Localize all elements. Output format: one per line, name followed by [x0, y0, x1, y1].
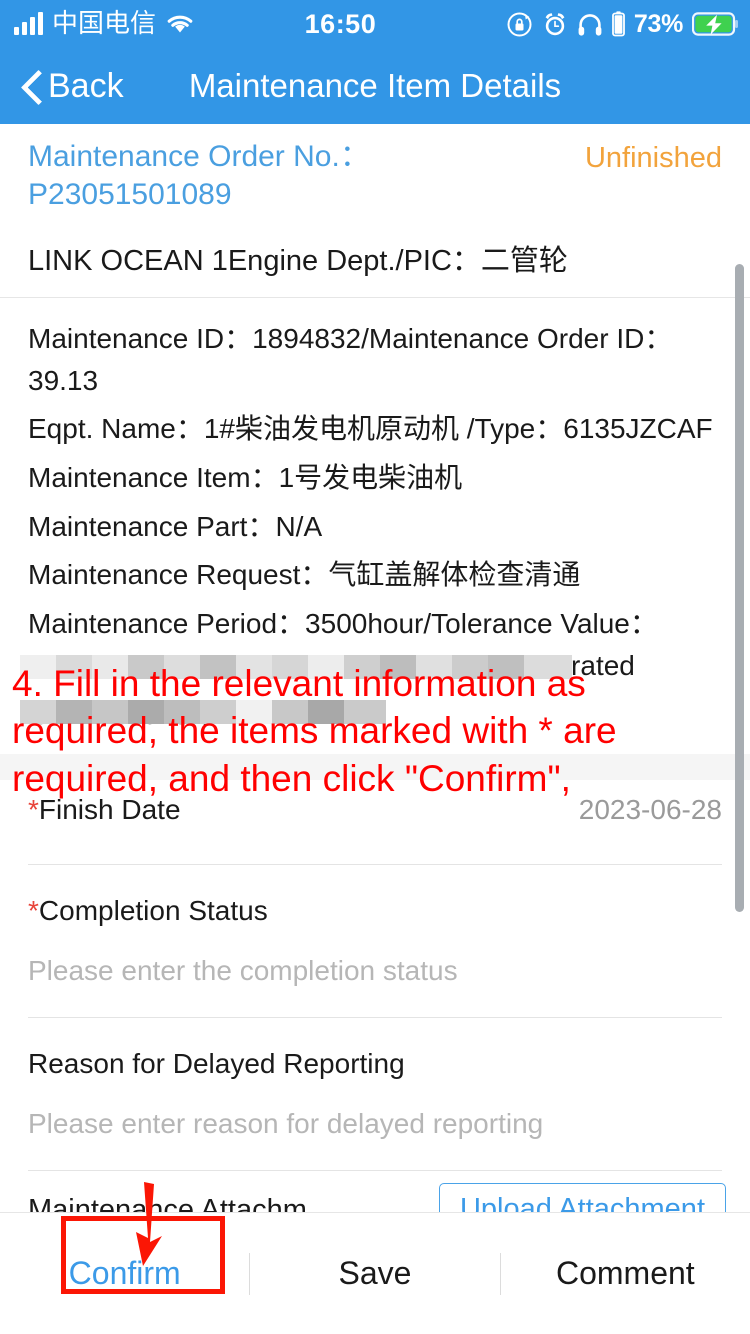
form-row-finish-date[interactable]: *Finish Date 2023-06-28: [0, 780, 750, 838]
status-bar: 中国电信 16:50 73%: [0, 0, 750, 48]
detail-eqpt-name: Eqpt. Name：1#柴油发电机原动机 /Type：6135JZCAF: [28, 413, 713, 445]
scroll-content[interactable]: Maintenance Order No.：P23051501089 Unfin…: [0, 124, 750, 1212]
completion-status-label: *Completion Status: [28, 895, 268, 927]
vertical-scrollbar[interactable]: [735, 264, 744, 912]
status-bar-right: 73%: [506, 10, 750, 39]
finish-date-value[interactable]: 2023-06-28: [579, 794, 722, 826]
carrier-label: 中国电信: [52, 9, 157, 39]
detail-maintenance-period: Maintenance Period：3500hour/Tolerance Va…: [28, 608, 658, 681]
nav-bar: Back Maintenance Item Details: [0, 48, 750, 124]
app-root: 中国电信 16:50 73% Back Maintenance Item Det…: [0, 0, 750, 1334]
alarm-clock-icon: [542, 11, 568, 38]
form-row-attachment: Maintenance Attachm... Upload Attachment: [0, 1171, 750, 1212]
form-row-completion-status: *Completion Status: [0, 881, 750, 939]
chevron-left-icon: [22, 69, 42, 103]
comment-button[interactable]: Comment: [501, 1255, 750, 1292]
vessel-dept-pic: LINK OCEAN 1Engine Dept./PIC：二管轮: [28, 244, 568, 277]
required-star: *: [28, 895, 39, 927]
attachment-label: Maintenance Attachm...: [28, 1194, 332, 1212]
detail-maintenance-item: Maintenance Item：1号发电柴油机: [28, 461, 463, 493]
order-number[interactable]: Maintenance Order No.：P23051501089: [28, 138, 558, 215]
status-bar-left: 中国电信: [0, 11, 195, 37]
section-separator-band: [0, 754, 750, 781]
finish-date-label-text: Finish Date: [38, 794, 181, 826]
order-header-card: Maintenance Order No.：P23051501089 Unfin…: [0, 124, 750, 297]
battery-percent-label: 73%: [633, 9, 683, 38]
detail-maintenance-part: Maintenance Part：N/A: [28, 510, 323, 542]
battery-charging-icon: [692, 11, 738, 37]
completion-status-input[interactable]: Please enter the completion status: [0, 939, 750, 1001]
form-row-delayed-reason: Reason for Delayed Reporting: [0, 1034, 750, 1092]
detail-list: Maintenance ID：1894832/Maintenance Order…: [0, 298, 750, 754]
finish-date-label: *Finish Date: [28, 794, 181, 826]
delayed-reason-label: Reason for Delayed Reporting: [28, 1048, 405, 1080]
confirm-button[interactable]: Confirm: [0, 1255, 249, 1292]
signal-bars-icon: [14, 12, 43, 35]
status-badge: Unfinished: [584, 142, 722, 174]
upload-attachment-button[interactable]: Upload Attachment: [438, 1183, 726, 1212]
save-button[interactable]: Save: [250, 1255, 499, 1292]
detail-item-identifier: Item Identifier：N/A: [28, 698, 273, 730]
bottom-action-bar: Confirm Save Comment: [0, 1212, 750, 1334]
headphones-icon: [577, 12, 603, 37]
back-button-label: Back: [48, 67, 124, 105]
detail-maintenance-id: Maintenance ID：1894832/Maintenance Order…: [28, 322, 673, 396]
detail-maintenance-request: Maintenance Request：气缸盖解体检查清通: [28, 559, 581, 591]
back-button[interactable]: Back: [0, 69, 124, 103]
completion-status-label-text: Completion Status: [38, 895, 268, 927]
required-star: *: [28, 794, 39, 826]
status-bar-clock: 16:50: [304, 8, 377, 39]
rotation-lock-icon: [506, 11, 533, 38]
delayed-reason-input[interactable]: Please enter reason for delayed reportin…: [0, 1092, 750, 1154]
headphone-battery-icon: [611, 11, 625, 37]
